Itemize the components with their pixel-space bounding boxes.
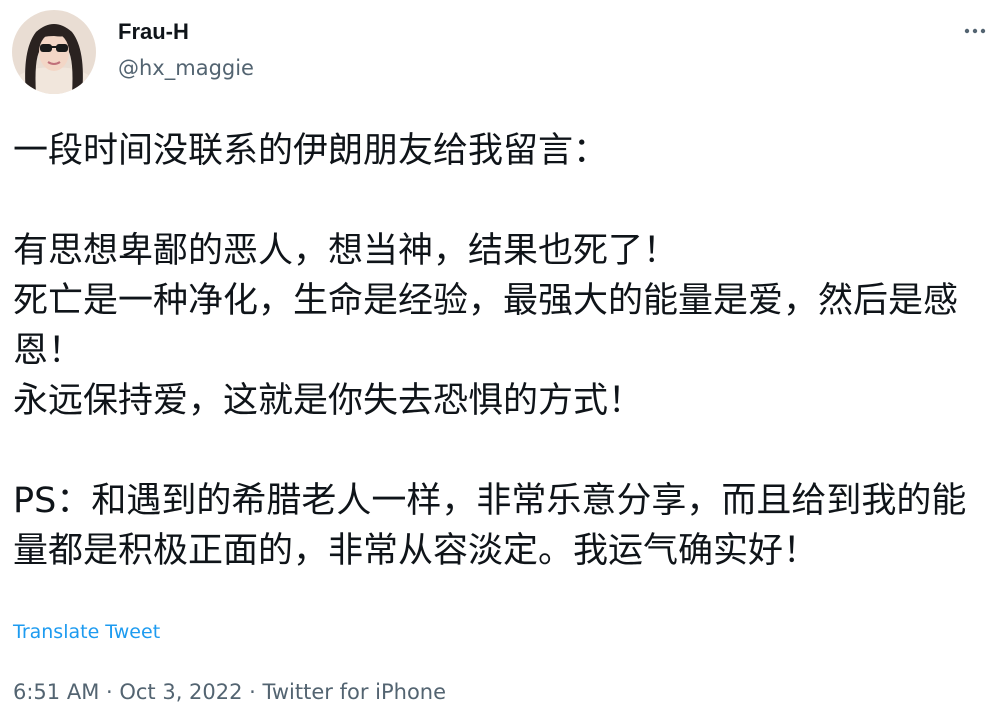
tweet-line: 一段时间没联系的伊朗朋友给我留言： <box>13 131 609 171</box>
avatar[interactable] <box>12 10 96 94</box>
more-options-button[interactable] <box>960 16 990 46</box>
tweet-line: 永远保持爱，这就是你失去恐惧的方式！ <box>13 381 644 421</box>
tweet-line: PS：和遇到的希腊老人一样，非常乐意分享，而且给到我的能量都是积极正面的，非常从… <box>13 481 967 571</box>
tweet-blank-line <box>13 176 988 226</box>
tweet-card: Frau-H @hx_maggie 一段时间没联系的伊朗朋友给我留言： 有思想卑… <box>0 0 992 712</box>
translate-tweet-link[interactable]: Translate Tweet <box>13 619 160 645</box>
tweet-date[interactable]: Oct 3, 2022 <box>119 680 242 704</box>
user-handle[interactable]: @hx_maggie <box>118 53 254 83</box>
display-name[interactable]: Frau-H <box>118 17 189 47</box>
tweet-line: 有思想卑鄙的恶人，想当神，结果也死了！ <box>13 231 679 271</box>
tweet-text: 一段时间没联系的伊朗朋友给我留言： 有思想卑鄙的恶人，想当神，结果也死了！ 死亡… <box>13 126 988 576</box>
tweet-blank-line <box>13 426 988 476</box>
more-horizontal-icon <box>964 28 986 34</box>
user-avatar-photo-icon <box>12 10 96 94</box>
tweet-line: 死亡是一种净化，生命是经验，最强大的能量是爱，然后是感恩！ <box>13 281 959 371</box>
tweet-metadata: 6:51 AM · Oct 3, 2022 · Twitter for iPho… <box>13 677 446 707</box>
tweet-time[interactable]: 6:51 AM <box>13 680 99 704</box>
meta-separator: · <box>99 680 120 704</box>
meta-separator: · <box>242 680 263 704</box>
tweet-source[interactable]: Twitter for iPhone <box>263 680 447 704</box>
